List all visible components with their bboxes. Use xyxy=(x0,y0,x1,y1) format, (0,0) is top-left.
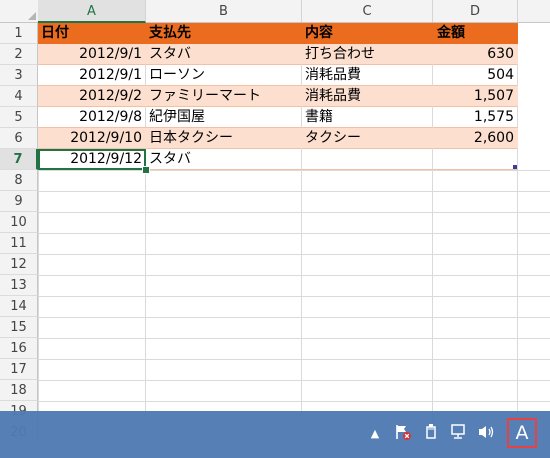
row-header-4[interactable]: 4 xyxy=(0,86,38,107)
cell-a3[interactable]: 2012/9/1 xyxy=(38,65,146,86)
cell-a7-active[interactable]: 2012/9/12 xyxy=(38,149,146,170)
row-header-3[interactable]: 3 xyxy=(0,65,38,86)
cell-a5[interactable]: 2012/9/8 xyxy=(38,107,146,128)
network-icon[interactable] xyxy=(448,423,470,445)
empty-cells-area[interactable] xyxy=(38,170,550,422)
row-header-11[interactable]: 11 xyxy=(0,233,38,254)
cell-d4[interactable]: 1,507 xyxy=(433,86,518,107)
row-header-2[interactable]: 2 xyxy=(0,44,38,65)
cell-b6[interactable]: 日本タクシー xyxy=(146,128,302,149)
cell-c4[interactable]: 消耗品費 xyxy=(302,86,433,107)
cell-c6[interactable]: タクシー xyxy=(302,128,433,149)
cell-c7[interactable] xyxy=(302,149,433,170)
row-header-14[interactable]: 14 xyxy=(0,296,38,317)
spreadsheet-grid: A B C D 1 2 3 4 5 6 7 8 9 10 11 12 13 14… xyxy=(0,0,550,458)
cell-b3[interactable]: ローソン xyxy=(146,65,302,86)
cell-b1[interactable]: 支払先 xyxy=(146,23,302,44)
column-header-row: A B C D xyxy=(0,0,550,23)
cell-b4[interactable]: ファミリーマート xyxy=(146,86,302,107)
table-resize-handle[interactable] xyxy=(513,165,517,169)
row-header-12[interactable]: 12 xyxy=(0,254,38,275)
row-header-15[interactable]: 15 xyxy=(0,317,38,338)
cell-c2[interactable]: 打ち合わせ xyxy=(302,44,433,65)
column-header-d[interactable]: D xyxy=(433,0,518,22)
cell-b5[interactable]: 紀伊国屋 xyxy=(146,107,302,128)
row-header-6[interactable]: 6 xyxy=(0,128,38,149)
cell-c5[interactable]: 書籍 xyxy=(302,107,433,128)
row-header-18[interactable]: 18 xyxy=(0,380,38,401)
cell-c1[interactable]: 内容 xyxy=(302,23,433,44)
power-icon[interactable] xyxy=(420,423,442,445)
cell-d7[interactable] xyxy=(433,149,518,170)
cell-a2[interactable]: 2012/9/1 xyxy=(38,44,146,65)
cell-d6[interactable]: 2,600 xyxy=(433,128,518,149)
gridline xyxy=(432,170,433,422)
row-header-16[interactable]: 16 xyxy=(0,338,38,359)
action-center-flag-icon[interactable] xyxy=(392,423,414,445)
cell-d1[interactable]: 金額 xyxy=(433,23,518,44)
select-all-icon xyxy=(28,12,36,20)
select-all-button[interactable] xyxy=(0,0,39,22)
row-header-9[interactable]: 9 xyxy=(0,191,38,212)
gridline xyxy=(301,170,302,422)
taskbar: ▲ A xyxy=(0,411,550,458)
row-header-10[interactable]: 10 xyxy=(0,212,38,233)
row-header-8[interactable]: 8 xyxy=(0,170,38,191)
show-hidden-icons-icon[interactable]: ▲ xyxy=(364,423,386,445)
row-header-7[interactable]: 7 xyxy=(0,149,38,170)
cell-c3[interactable]: 消耗品費 xyxy=(302,65,433,86)
fill-handle[interactable] xyxy=(142,166,150,174)
column-header-c[interactable]: C xyxy=(302,0,433,22)
cell-a6[interactable]: 2012/9/10 xyxy=(38,128,146,149)
cell-d3[interactable]: 504 xyxy=(433,65,518,86)
row-header-1[interactable]: 1 xyxy=(0,23,38,44)
cell-a1[interactable]: 日付 xyxy=(38,23,146,44)
cell-a4[interactable]: 2012/9/2 xyxy=(38,86,146,107)
row-header-17[interactable]: 17 xyxy=(0,359,38,380)
cell-d5[interactable]: 1,575 xyxy=(433,107,518,128)
row-header-13[interactable]: 13 xyxy=(0,275,38,296)
column-header-b[interactable]: B xyxy=(146,0,302,22)
column-header-a[interactable]: A xyxy=(38,0,146,23)
ime-mode-indicator[interactable]: A xyxy=(507,418,537,448)
cell-b7[interactable]: スタバ xyxy=(146,149,302,170)
row-header-5[interactable]: 5 xyxy=(0,107,38,128)
volume-icon[interactable] xyxy=(476,423,498,445)
cell-d2[interactable]: 630 xyxy=(433,44,518,65)
cell-b2[interactable]: スタバ xyxy=(146,44,302,65)
gridline xyxy=(145,170,146,422)
